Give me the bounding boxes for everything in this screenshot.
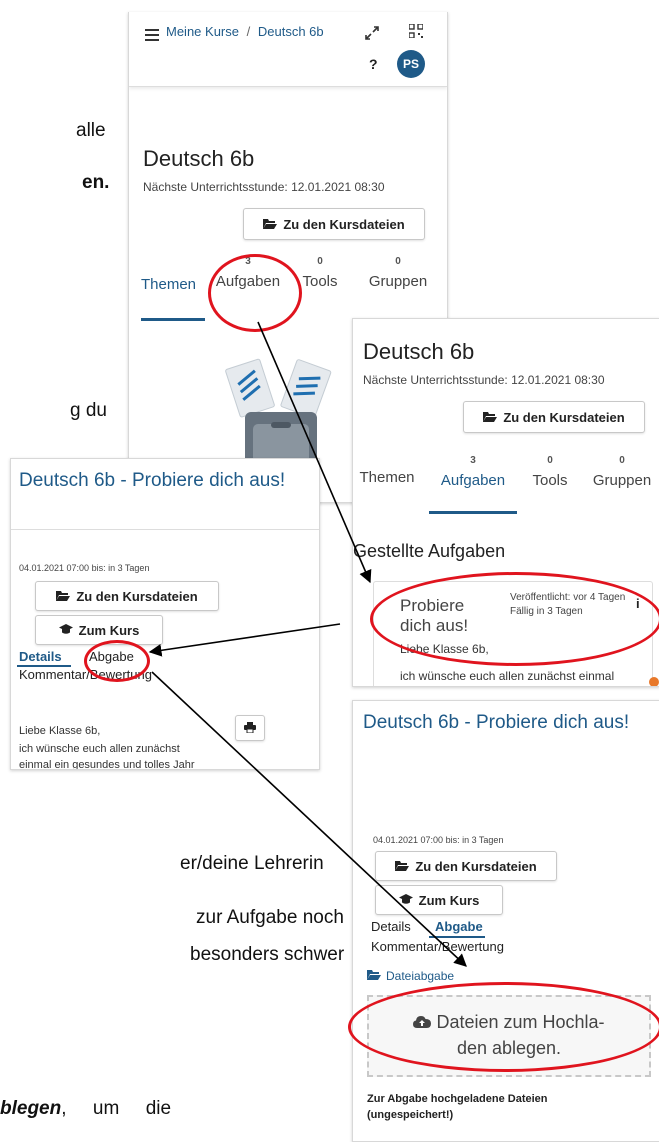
tab-gruppen-count: 0 [395, 256, 401, 267]
tab-aufgaben-2-count: 3 [470, 455, 476, 466]
course-files-label-3: Zu den Kursdateien [76, 588, 198, 604]
printer-icon [244, 721, 256, 736]
graduation-cap-icon [58, 623, 73, 638]
doc-text-7-bold: blegen [0, 1098, 62, 1119]
tab-aufgaben-2-label: Aufgaben [440, 472, 506, 489]
doc-text-6: besonders schwer [190, 944, 345, 965]
doc-text-4: er/deine Lehrerin [180, 853, 324, 874]
tab-gruppen-2-label: Gruppen [592, 472, 652, 489]
tab-gruppen[interactable]: 0 Gruppen [365, 256, 431, 290]
tab-tools[interactable]: 0 Tools [295, 256, 345, 290]
breadcrumb: Meine Kurse / Deutsch 6b [166, 24, 324, 39]
submission-title: Deutsch 6b - Probiere dich aus! [363, 712, 630, 733]
hamburger-icon[interactable] [145, 28, 159, 41]
doc-text-7: blegen, um die [0, 1098, 171, 1120]
detail-greeting: Liebe Klasse 6b, [19, 725, 101, 737]
tab-tools-count: 0 [317, 256, 323, 267]
course-title-2: Deutsch 6b [363, 339, 475, 364]
help-button[interactable]: ? [369, 56, 378, 72]
doc-text-2: en. [82, 172, 110, 193]
folder-open-icon [483, 410, 498, 425]
tab-tools-label: Tools [302, 273, 338, 290]
course-files-button-3[interactable]: Zu den Kursdateien [35, 581, 219, 611]
print-button[interactable] [235, 715, 265, 741]
course-files-label-4: Zu den Kursdateien [415, 858, 537, 874]
tab-abgabe-2[interactable]: Abgabe [435, 919, 483, 934]
highlight-ring-dropzone [348, 982, 659, 1072]
back-to-course-label-2: Zum Kurs [418, 892, 480, 908]
back-to-course-label: Zum Kurs [78, 622, 140, 638]
folder-open-icon [367, 969, 381, 983]
tab-gruppen-2[interactable]: 0 Gruppen [589, 455, 655, 489]
detail-body-1: ich wünsche euch allen zunächst [19, 743, 180, 755]
fullscreen-icon[interactable] [365, 26, 379, 45]
tab-tools-2-label: Tools [532, 472, 568, 489]
course-files-button-2[interactable]: Zu den Kursdateien [463, 401, 645, 433]
task-date: 04.01.2021 07:00 bis: in 3 Tagen [19, 563, 150, 573]
doc-text-3: g du [70, 400, 107, 421]
back-to-course-button-2[interactable]: Zum Kurs [375, 885, 503, 915]
avatar[interactable]: PS [397, 50, 425, 78]
file-submission-link[interactable]: Dateiabgabe [367, 969, 454, 983]
tab-themen-2-label: Themen [359, 469, 415, 486]
doc-text-5: zur Aufgabe noch [196, 907, 344, 928]
tab-active-indicator-2 [429, 511, 517, 514]
folder-open-icon [56, 589, 71, 604]
tab-abgabe-underline [429, 936, 485, 938]
course-files-label-2: Zu den Kursdateien [503, 409, 625, 425]
divider [11, 529, 319, 530]
tab-themen-2[interactable]: Themen [359, 469, 415, 486]
tab-details[interactable]: Details [19, 649, 62, 664]
highlight-ring-aufgaben-tab [208, 254, 302, 332]
tab-details-2[interactable]: Details [371, 919, 411, 934]
tab-aufgaben-2[interactable]: 3 Aufgaben [437, 455, 509, 489]
uploaded-heading-1: Zur Abgabe hochgeladene Dateien [367, 1093, 548, 1105]
tab-gruppen-label: Gruppen [368, 273, 428, 290]
doc-text-7-rest: , um die [61, 1098, 172, 1119]
tab-tools-2-count: 0 [547, 455, 553, 466]
folder-open-icon [263, 217, 278, 232]
breadcrumb-current[interactable]: Deutsch 6b [258, 24, 324, 39]
task-body: ich wünsche euch allen zunächst einmal e… [400, 669, 615, 686]
tab-themen[interactable]: Themen [141, 270, 197, 293]
uploaded-heading-2: (ungespeichert!) [367, 1109, 454, 1121]
notification-dot [649, 677, 659, 686]
course-files-label: Zu den Kursdateien [283, 216, 405, 232]
task-detail-title: Deutsch 6b - Probiere dich aus! [19, 470, 286, 491]
course-files-button[interactable]: Zu den Kursdateien [243, 208, 425, 240]
task-detail-card: Deutsch 6b - Probiere dich aus! 04.01.20… [10, 458, 320, 770]
doc-text-1: alle [76, 120, 106, 141]
section-title: Gestellte Aufgaben [353, 541, 506, 561]
tab-tools-2[interactable]: 0 Tools [525, 455, 575, 489]
back-to-course-button[interactable]: Zum Kurs [35, 615, 163, 645]
file-submission-label: Dateiabgabe [386, 969, 455, 983]
course-title: Deutsch 6b [143, 146, 255, 171]
next-lesson-2: Nächste Unterrichtsstunde: 12.01.2021 08… [363, 373, 605, 387]
tab-gruppen-2-count: 0 [619, 455, 625, 466]
tab-active-indicator [141, 318, 205, 321]
submission-date: 04.01.2021 07:00 bis: in 3 Tagen [373, 835, 504, 845]
breadcrumb-separator: / [246, 24, 251, 39]
tab-kommentar-2[interactable]: Kommentar/Bewertung [371, 939, 504, 954]
highlight-ring-task [370, 572, 659, 666]
course-files-button-4[interactable]: Zu den Kursdateien [375, 851, 557, 881]
qr-code-icon[interactable] [408, 23, 424, 43]
breadcrumb-my-courses[interactable]: Meine Kurse [166, 24, 239, 39]
folder-open-icon [395, 859, 410, 874]
submission-card: Deutsch 6b - Probiere dich aus! 04.01.20… [352, 700, 659, 1142]
highlight-ring-abgabe-tab [84, 640, 150, 682]
top-bar: Meine Kurse / Deutsch 6b ? PS [129, 12, 447, 87]
graduation-cap-icon [398, 893, 413, 908]
tab-themen-label: Themen [141, 276, 197, 293]
next-lesson: Nächste Unterrichtsstunde: 12.01.2021 08… [143, 180, 385, 194]
detail-body-2: einmal ein gesundes und tolles Jahr [19, 759, 195, 770]
